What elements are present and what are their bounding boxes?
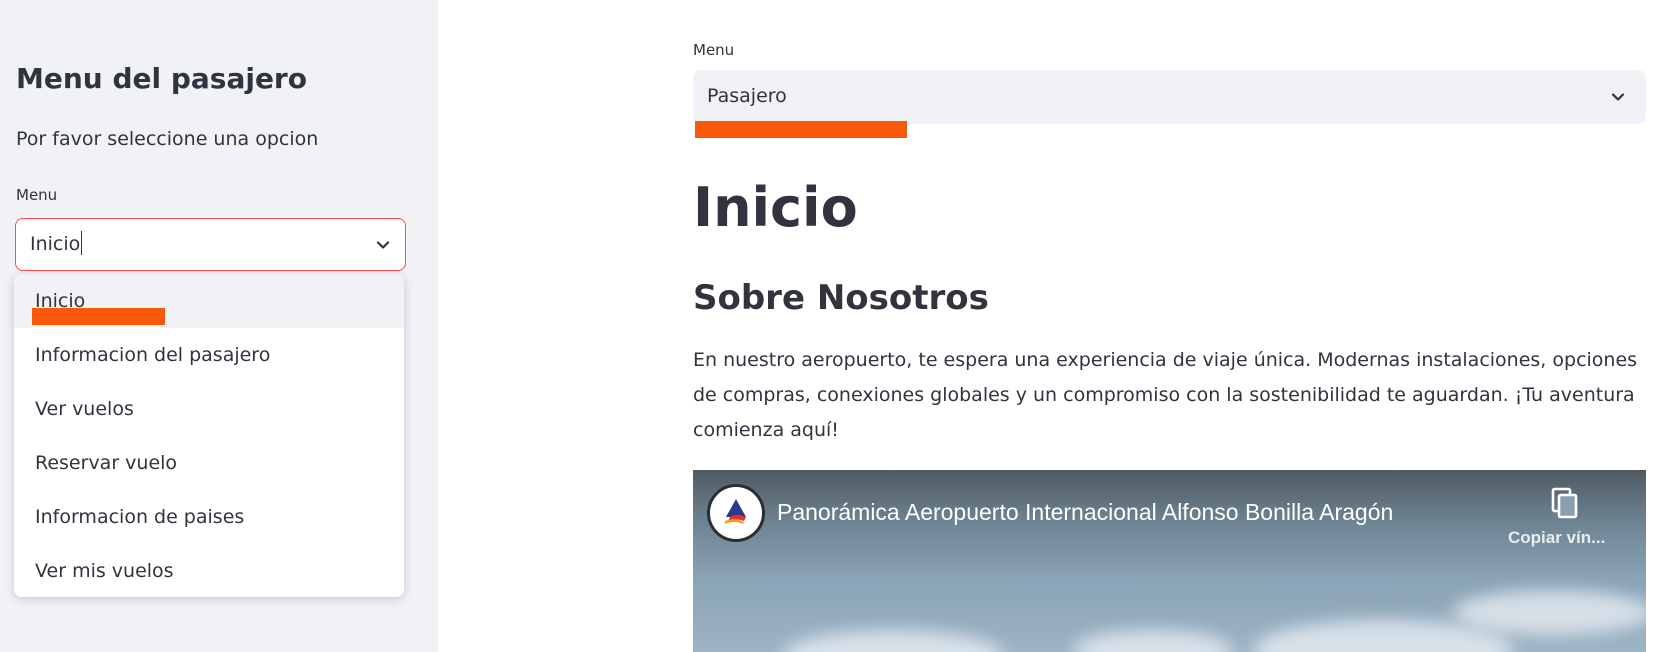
page-title: Inicio bbox=[693, 176, 858, 239]
main-menu-value[interactable]: Pasajero bbox=[707, 85, 787, 107]
about-paragraph: En nuestro aeropuerto, te espera una exp… bbox=[693, 349, 1638, 441]
sidebar-menu-label: Menu bbox=[16, 186, 58, 204]
sidebar: Menu del pasajero Por favor seleccione u… bbox=[0, 0, 438, 652]
video-cloud bbox=[783, 630, 1003, 652]
channel-logo[interactable] bbox=[707, 484, 765, 542]
dropdown-option-informacion-paises[interactable]: Informacion de paises bbox=[14, 490, 404, 544]
dropdown-option-ver-mis-vuelos[interactable]: Ver mis vuelos bbox=[14, 544, 404, 597]
channel-logo-icon bbox=[725, 499, 746, 524]
dropdown-option-ver-vuelos[interactable]: Ver vuelos bbox=[14, 382, 404, 436]
sidebar-title: Menu del pasajero bbox=[16, 62, 307, 95]
section-heading: Sobre Nosotros bbox=[693, 278, 989, 318]
dropdown-option-informacion-pasajero[interactable]: Informacion del pasajero bbox=[14, 328, 404, 382]
copy-link-label[interactable]: Copiar vín... bbox=[1508, 528, 1605, 548]
highlight-mark bbox=[32, 308, 165, 325]
sidebar-subtitle: Por favor seleccione una opcion bbox=[16, 128, 319, 150]
chevron-down-icon[interactable] bbox=[1611, 90, 1625, 104]
sidebar-menu-select[interactable]: Inicio bbox=[15, 218, 406, 271]
sidebar-menu-value[interactable]: Inicio bbox=[30, 231, 83, 255]
copy-icon[interactable] bbox=[1549, 486, 1581, 520]
main-menu-label: Menu bbox=[693, 41, 735, 59]
embedded-video[interactable]: Panorámica Aeropuerto Internacional Alfo… bbox=[693, 470, 1646, 652]
sidebar-menu-dropdown: Inicio Informacion del pasajero Ver vuel… bbox=[14, 274, 404, 597]
main-menu-select[interactable]: Pasajero bbox=[693, 70, 1646, 124]
dropdown-option-reservar-vuelo[interactable]: Reservar vuelo bbox=[14, 436, 404, 490]
highlight-mark bbox=[695, 121, 907, 138]
video-title[interactable]: Panorámica Aeropuerto Internacional Alfo… bbox=[777, 499, 1393, 526]
video-cloud bbox=[1453, 590, 1646, 635]
text-cursor bbox=[81, 231, 83, 255]
chevron-down-icon[interactable] bbox=[376, 238, 390, 252]
video-cloud bbox=[1073, 630, 1233, 652]
